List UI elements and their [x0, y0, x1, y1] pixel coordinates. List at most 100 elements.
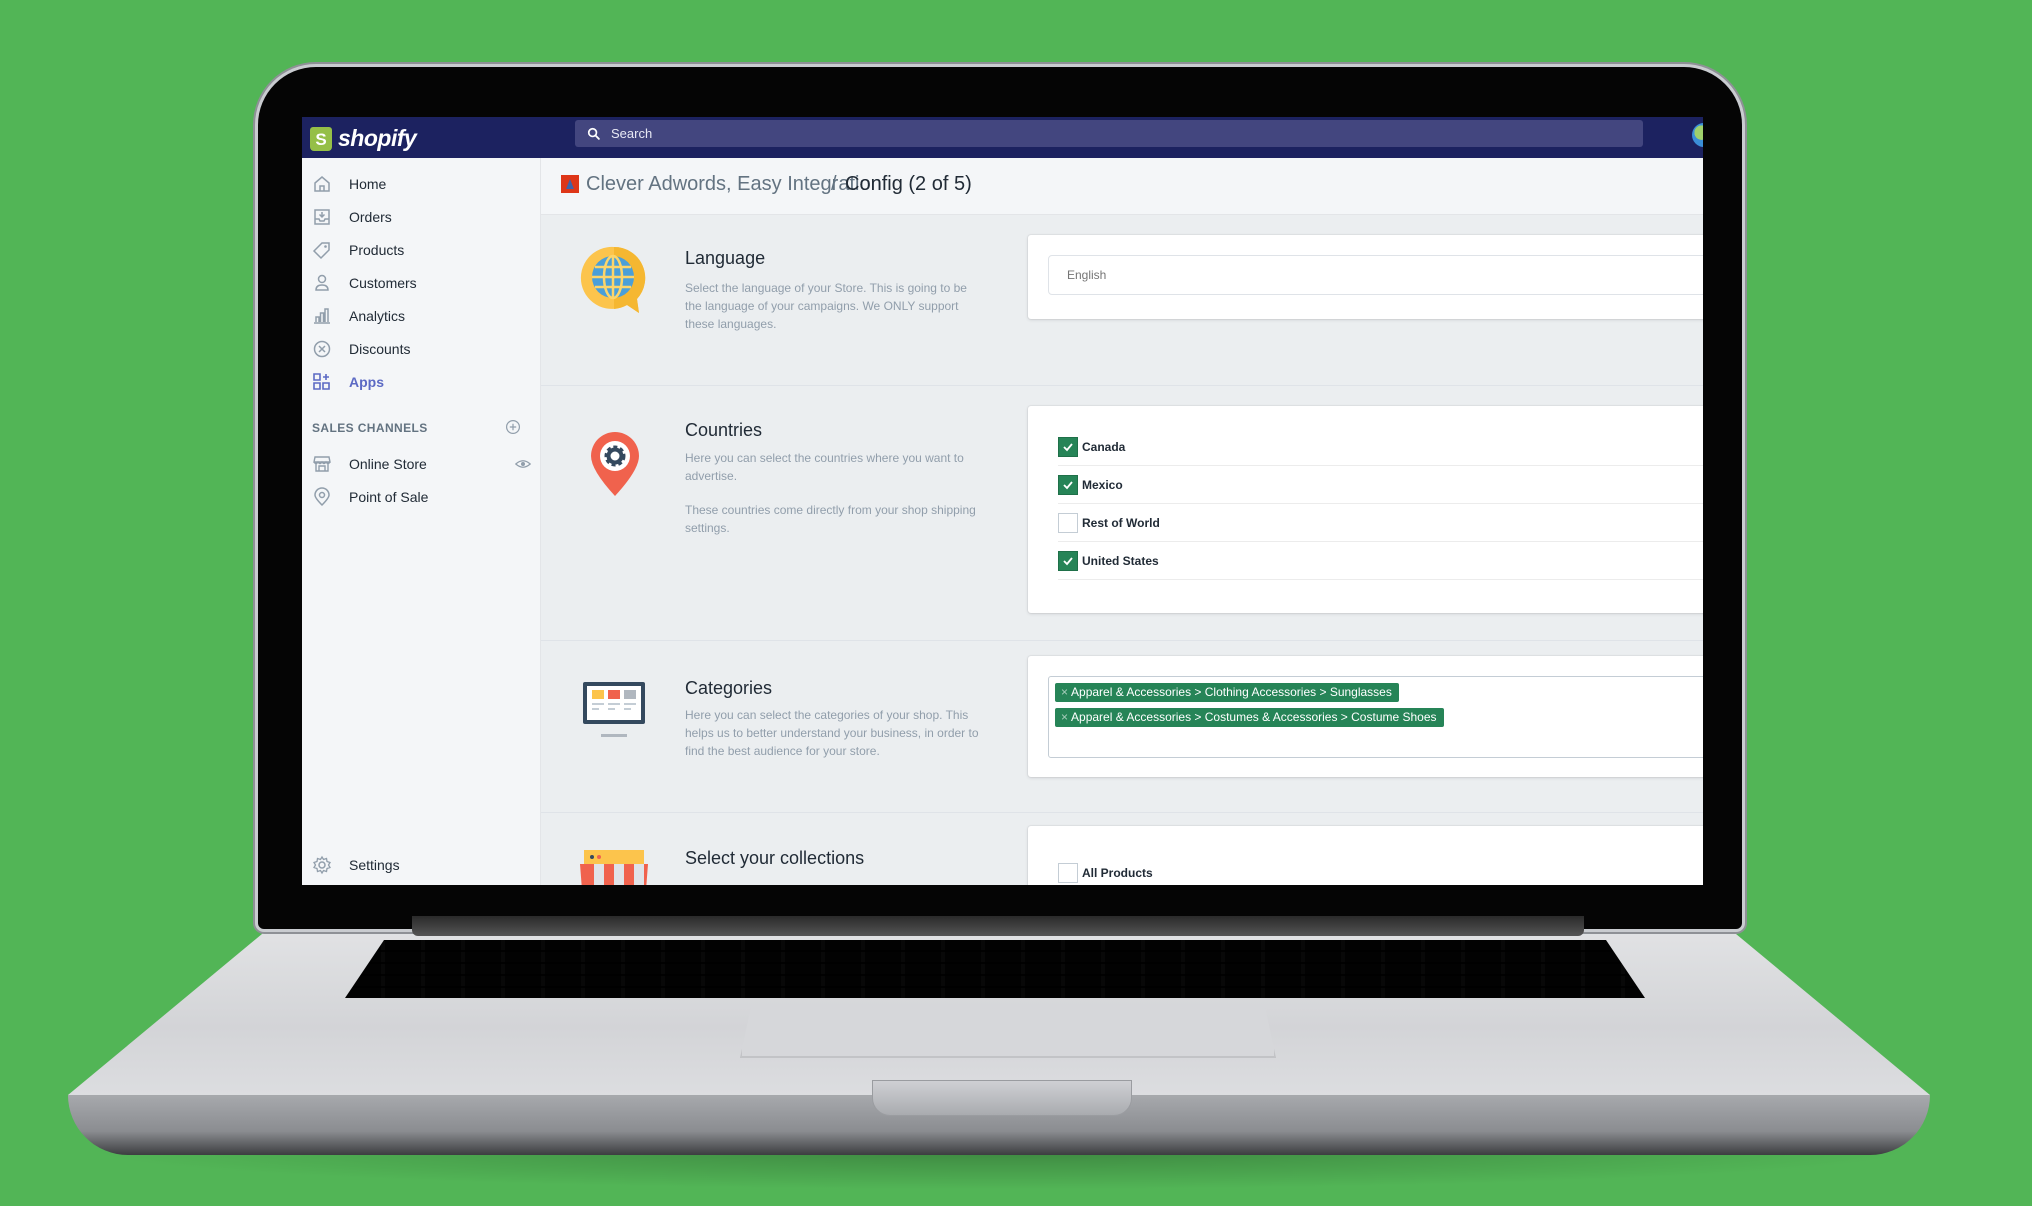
sidebar-item-label: Products	[349, 242, 405, 258]
sidebar-item-label: Apps	[349, 374, 384, 390]
monitor-icon	[583, 682, 645, 737]
country-option[interactable]: Mexico	[1058, 466, 1703, 504]
laptop-keyboard	[345, 940, 1645, 998]
sidebar-item-label: Orders	[349, 209, 392, 225]
countries-description: Here you can select the countries where …	[685, 451, 964, 483]
laptop-notch	[872, 1080, 1132, 1116]
language-globe-icon	[580, 246, 646, 313]
sidebar-item-label: Customers	[349, 275, 417, 291]
sidebar-item-orders[interactable]: Orders	[312, 204, 392, 230]
breadcrumb-separator: /	[831, 173, 837, 195]
laptop-trackpad	[740, 1008, 1276, 1058]
eye-icon[interactable]	[515, 456, 531, 472]
collections-title: Select your collections	[685, 848, 865, 868]
sidebar-item-apps[interactable]: Apps	[312, 369, 384, 395]
collection-checkbox[interactable]	[1058, 862, 1078, 883]
sidebar-item-point-of-sale[interactable]: Point of Sale	[312, 484, 428, 510]
adwords-app-icon	[561, 175, 579, 193]
top-bar: S shopify	[302, 117, 1703, 158]
categories-tag-input[interactable]: × Apparel & Accessories > Clothing Access…	[1048, 676, 1703, 758]
sidebar-item-label: Online Store	[349, 456, 427, 472]
checkmark-icon	[1063, 556, 1073, 565]
sidebar-item-label: Analytics	[349, 308, 406, 324]
sidebar-item-label: Point of Sale	[349, 489, 429, 505]
apps-icon	[313, 373, 330, 390]
language-section: Language Select the language of your Sto…	[541, 215, 1703, 386]
countries-note: These countries come directly from your …	[685, 503, 976, 535]
remove-tag-icon[interactable]: ×	[1061, 710, 1068, 724]
sidebar-item-label: Home	[349, 176, 387, 192]
sidebar-item-settings[interactable]: Settings	[312, 852, 400, 878]
country-label: Mexico	[1082, 477, 1123, 492]
home-icon	[314, 176, 330, 192]
laptop-hinge	[412, 916, 1584, 936]
category-tag-label: Apparel & Accessories > Clothing Accesso…	[1071, 685, 1392, 699]
search-bar[interactable]	[575, 120, 1643, 147]
collection-label: All Products	[1082, 865, 1153, 880]
shopify-bag-icon: S	[310, 126, 332, 151]
bar-chart-icon	[314, 308, 330, 324]
orders-icon	[314, 209, 330, 225]
category-tag[interactable]: × Apparel & Accessories > Costumes & Acce…	[1055, 708, 1444, 727]
categories-section: Categories Here you can select the categ…	[541, 640, 1703, 813]
tag-icon	[312, 242, 330, 260]
sidebar-item-label: Discounts	[349, 341, 411, 357]
sales-channels-heading: SALES CHANNELS	[312, 421, 428, 435]
store-avatar[interactable]	[1692, 123, 1703, 147]
collection-option[interactable]: All Products	[1058, 854, 1703, 885]
language-card	[1028, 235, 1703, 319]
sidebar-item-discounts[interactable]: Discounts	[312, 336, 410, 362]
discount-icon	[313, 340, 331, 358]
storefront-icon	[580, 850, 648, 885]
sidebar-item-home[interactable]: Home	[312, 171, 386, 197]
search-icon	[587, 127, 600, 140]
categories-title: Categories	[685, 678, 773, 698]
person-icon	[315, 274, 329, 291]
breadcrumb-app-link[interactable]: Clever Adwords, Easy Integration	[586, 173, 882, 196]
country-checkbox[interactable]	[1058, 512, 1078, 533]
remove-tag-icon[interactable]: ×	[1061, 685, 1068, 699]
country-option[interactable]: Rest of World	[1058, 504, 1703, 542]
country-label: Rest of World	[1082, 515, 1160, 530]
page-title: Config (2 of 5)	[845, 173, 972, 195]
country-checkbox[interactable]	[1058, 436, 1078, 457]
breadcrumb: Clever Adwords, Easy Integration / Confi…	[541, 158, 1703, 215]
sidebar-item-label: Settings	[349, 857, 400, 873]
country-option[interactable]: Canada	[1058, 428, 1703, 466]
countries-section: Countries Here you can select the countr…	[541, 385, 1703, 641]
language-description: Select the language of your Store. This …	[685, 281, 967, 331]
add-channel-icon[interactable]	[505, 419, 521, 435]
location-pin-icon	[591, 432, 639, 496]
categories-card: × Apparel & Accessories > Clothing Access…	[1028, 656, 1703, 777]
sidebar: Home Orders Products Customers Analytics…	[302, 158, 541, 885]
country-label: Canada	[1082, 439, 1126, 454]
language-select[interactable]	[1048, 255, 1703, 295]
country-option[interactable]: United States	[1058, 542, 1703, 580]
categories-description: Here you can select the categories of yo…	[685, 708, 979, 758]
shopify-logo[interactable]: S shopify	[310, 125, 417, 152]
store-icon	[313, 456, 331, 472]
collections-card: All Products	[1028, 826, 1703, 885]
language-title: Language	[685, 248, 766, 268]
category-tag-label: Apparel & Accessories > Costumes & Acces…	[1071, 710, 1437, 724]
search-input[interactable]	[609, 125, 1513, 142]
location-icon	[314, 487, 330, 507]
gear-icon	[313, 855, 331, 875]
checkmark-icon	[1063, 480, 1073, 489]
collections-section: Select your collections All Products	[541, 812, 1703, 885]
country-label: United States	[1082, 553, 1159, 568]
country-checkbox[interactable]	[1058, 550, 1078, 571]
sidebar-item-online-store[interactable]: Online Store	[312, 451, 531, 477]
sidebar-item-customers[interactable]: Customers	[312, 270, 417, 296]
checkmark-icon	[1063, 442, 1073, 451]
countries-card: Canada Mexico Rest of World United State…	[1028, 406, 1703, 613]
main-content: Clever Adwords, Easy Integration / Confi…	[541, 158, 1703, 885]
laptop-shadow	[80, 1150, 1920, 1190]
sidebar-item-analytics[interactable]: Analytics	[312, 303, 405, 329]
laptop-screen: S shopify Home Orders Products Customers	[302, 117, 1703, 885]
sidebar-item-products[interactable]: Products	[312, 237, 404, 263]
countries-title: Countries	[685, 420, 763, 440]
brand-name: shopify	[338, 125, 417, 151]
category-tag[interactable]: × Apparel & Accessories > Clothing Access…	[1055, 683, 1399, 702]
country-checkbox[interactable]	[1058, 474, 1078, 495]
